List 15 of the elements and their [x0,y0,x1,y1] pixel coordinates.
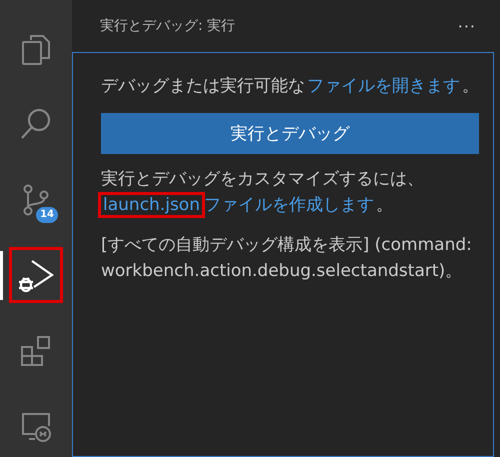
more-actions-button[interactable]: ··· [458,16,476,36]
search-icon [19,107,53,142]
extensions-icon [19,334,53,368]
paragraph: [すべての自動デバッグ構成を表示] (command: workbench.action.debug.selectandstart)。 [101,234,473,283]
link[interactable]: ファイルを開きます [305,76,462,96]
paragraph: デバッグまたは実行可能な ファイルを開きます。 [101,75,479,98]
count-badge: 14 [36,206,58,223]
link[interactable]: launch.json [101,195,202,215]
activity-bar-item[interactable]: 14 [9,172,63,228]
active-indicator [0,250,3,300]
activity-bar-item[interactable] [9,247,63,304]
run-and-debug-button[interactable]: 実行とデバッグ [101,113,479,154]
paragraph: 実行とデバッグをカスタマイズするには、 launch.json ファイルを作成します。 [101,166,479,218]
panel-title: 実行とデバッグ: 実行 [100,17,236,35]
link[interactable]: ファイルを作成します [202,195,376,215]
